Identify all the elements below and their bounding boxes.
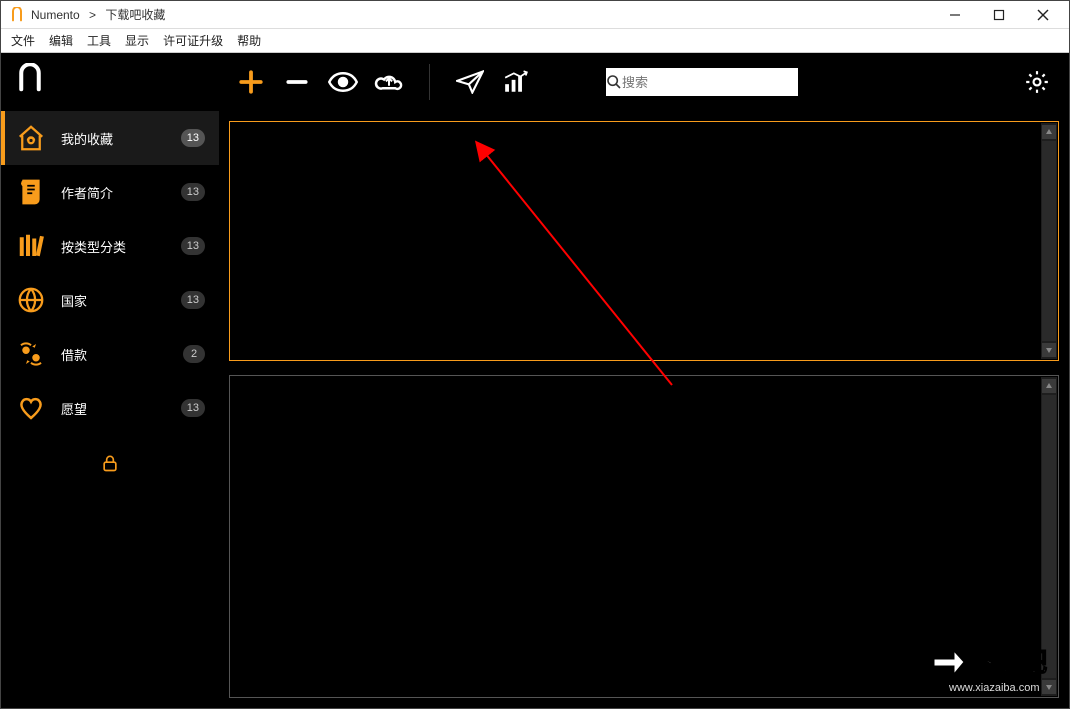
sidebar-item-label: 国家 — [61, 291, 167, 310]
scrollbar-vertical[interactable] — [1041, 377, 1057, 696]
scroll-up-icon[interactable] — [1042, 379, 1056, 393]
sidebar-item-count: 13 — [181, 129, 205, 147]
scroll-down-icon[interactable] — [1042, 343, 1056, 357]
send-button[interactable] — [454, 66, 486, 98]
close-button[interactable] — [1021, 1, 1065, 29]
window-title-sep: > — [86, 8, 100, 22]
menu-view[interactable]: 显示 — [125, 32, 149, 49]
sidebar: 我的收藏 13 作者简介 13 — [1, 53, 219, 708]
maximize-button[interactable] — [977, 1, 1021, 29]
books-icon — [15, 230, 47, 262]
stats-button[interactable] — [500, 66, 532, 98]
sidebar-item-by-type[interactable]: 按类型分类 13 — [1, 219, 219, 273]
settings-button[interactable] — [1021, 66, 1053, 98]
nav: 我的收藏 13 作者简介 13 — [1, 103, 219, 435]
menubar: 文件 编辑 工具 显示 许可证升级 帮助 — [1, 29, 1069, 53]
menu-file[interactable]: 文件 — [11, 32, 35, 49]
sidebar-item-my-collection[interactable]: 我的收藏 13 — [1, 111, 219, 165]
menu-license[interactable]: 许可证升级 — [163, 32, 223, 49]
cloud-button[interactable] — [373, 66, 405, 98]
window-title-app: Numento — [31, 8, 80, 22]
window-controls — [933, 1, 1065, 29]
main-content — [219, 53, 1069, 708]
search-box[interactable] — [606, 68, 798, 96]
titlebar: Numento > 下载吧收藏 — [1, 1, 1069, 29]
menu-help[interactable]: 帮助 — [237, 32, 261, 49]
toolbar — [219, 53, 1069, 111]
author-icon — [15, 176, 47, 208]
sidebar-item-author[interactable]: 作者简介 13 — [1, 165, 219, 219]
sidebar-item-label: 按类型分类 — [61, 237, 167, 256]
scrollbar-track[interactable] — [1042, 141, 1056, 341]
loan-icon — [15, 338, 47, 370]
sidebar-item-label: 借款 — [61, 345, 169, 364]
sidebar-item-label: 我的收藏 — [61, 129, 167, 148]
scrollbar-vertical[interactable] — [1041, 123, 1057, 359]
menu-edit[interactable]: 编辑 — [49, 32, 73, 49]
logo — [1, 53, 219, 103]
app-icon — [9, 7, 25, 23]
sidebar-item-loan[interactable]: 借款 2 — [1, 327, 219, 381]
sidebar-item-wish[interactable]: 愿望 13 — [1, 381, 219, 435]
remove-button[interactable] — [281, 66, 313, 98]
sidebar-item-count: 13 — [181, 399, 205, 417]
window-title-doc: 下载吧收藏 — [105, 6, 165, 23]
search-icon — [606, 74, 622, 90]
sidebar-item-label: 作者简介 — [61, 183, 167, 202]
scroll-down-icon[interactable] — [1042, 680, 1056, 694]
sidebar-item-count: 2 — [183, 345, 205, 363]
sidebar-item-count: 13 — [181, 237, 205, 255]
sidebar-item-count: 13 — [181, 183, 205, 201]
lock-icon[interactable] — [100, 453, 120, 478]
minimize-button[interactable] — [933, 1, 977, 29]
home-icon — [15, 122, 47, 154]
search-input[interactable] — [622, 68, 798, 96]
sidebar-item-label: 愿望 — [61, 399, 167, 418]
top-panel — [229, 121, 1059, 361]
view-button[interactable] — [327, 66, 359, 98]
heart-icon — [15, 392, 47, 424]
sidebar-item-country[interactable]: 国家 13 — [1, 273, 219, 327]
scroll-up-icon[interactable] — [1042, 125, 1056, 139]
toolbar-divider — [429, 64, 430, 100]
sidebar-item-count: 13 — [181, 291, 205, 309]
scrollbar-track[interactable] — [1042, 395, 1056, 678]
globe-icon — [15, 284, 47, 316]
menu-tools[interactable]: 工具 — [87, 32, 111, 49]
bottom-panel — [229, 375, 1059, 698]
add-button[interactable] — [235, 66, 267, 98]
